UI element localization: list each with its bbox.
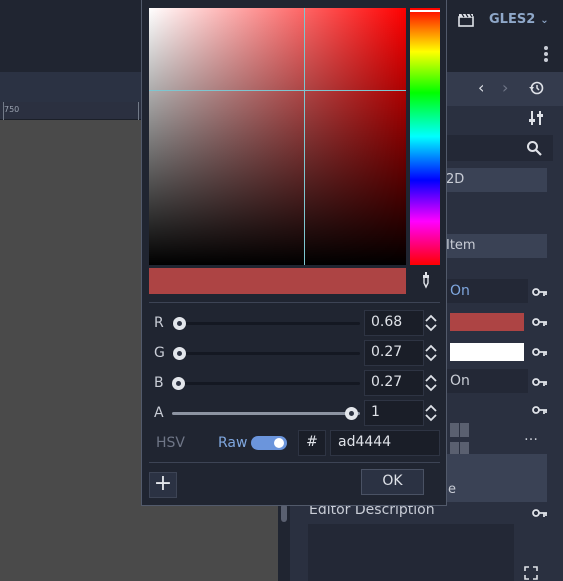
- color-preview-swatch: [149, 268, 406, 294]
- add-preset-button[interactable]: +: [149, 472, 177, 498]
- channel-slider-track[interactable]: [172, 412, 360, 415]
- editor-description-textarea[interactable]: [308, 524, 514, 581]
- hex-input[interactable]: ad4444: [330, 430, 440, 456]
- raw-label: Raw: [218, 435, 248, 451]
- renderer-label: GLES2: [489, 12, 536, 27]
- channel-value-input[interactable]: 0.27: [364, 340, 424, 366]
- object-tools-icon[interactable]: [528, 110, 544, 126]
- ok-button[interactable]: OK: [361, 469, 424, 495]
- channel-value-input[interactable]: 0.27: [364, 370, 424, 396]
- self-modulate-color-swatch[interactable]: [450, 343, 524, 361]
- channel-label: G: [154, 345, 165, 361]
- section-node2d[interactable]: 2D: [440, 168, 547, 192]
- section-canvas-item[interactable]: Item: [440, 234, 547, 258]
- channel-row-g: G 0.27: [142, 340, 448, 366]
- channel-slider-knob[interactable]: [173, 317, 186, 330]
- keyframe-icon[interactable]: [532, 316, 548, 328]
- spin-arrows-icon[interactable]: [424, 402, 438, 424]
- chevron-down-icon: ⌄: [540, 15, 549, 26]
- subsection-header[interactable]: e: [440, 478, 547, 502]
- expand-icon[interactable]: [524, 566, 538, 580]
- saturation-value-picker[interactable]: [149, 8, 406, 265]
- channel-label: A: [154, 405, 164, 421]
- channel-label: R: [154, 315, 164, 331]
- picker-crosshair-v: [304, 8, 305, 265]
- eyedropper-icon[interactable]: [419, 271, 433, 289]
- light-mask-grid[interactable]: [450, 423, 470, 456]
- channel-row-a: A 1: [142, 400, 448, 426]
- channel-slider-track[interactable]: [172, 352, 360, 355]
- divider: [149, 302, 440, 303]
- section-label: Item: [446, 238, 476, 253]
- ruler-label: 750: [4, 105, 20, 114]
- hex-toggle-button[interactable]: #: [298, 430, 326, 456]
- spin-arrows-icon[interactable]: [424, 312, 438, 334]
- hue-marker[interactable]: [410, 10, 440, 12]
- channel-value-input[interactable]: 0.68: [364, 310, 424, 336]
- color-picker-popup: R 0.68 G 0.27 B 0.27 A 1 HSV Raw # ad444…: [141, 0, 447, 506]
- color-preview: [149, 268, 406, 294]
- mode-row: HSV Raw # ad4444: [142, 430, 448, 456]
- more-button[interactable]: …: [524, 428, 538, 444]
- channel-label: B: [154, 375, 164, 391]
- keyframe-icon[interactable]: [532, 346, 548, 358]
- raw-toggle[interactable]: [251, 436, 287, 450]
- search-icon: [527, 141, 542, 156]
- history-icon[interactable]: [528, 80, 544, 96]
- history-forward-icon[interactable]: ›: [502, 78, 508, 97]
- keyframe-icon[interactable]: [532, 376, 548, 388]
- history-back-icon[interactable]: ‹: [478, 78, 484, 97]
- scrollbar-grabber[interactable]: [281, 504, 287, 522]
- channel-slider-knob[interactable]: [173, 347, 186, 360]
- spin-arrows-icon[interactable]: [424, 342, 438, 364]
- keyframe-icon[interactable]: [532, 404, 548, 416]
- keyframe-icon[interactable]: [532, 507, 548, 519]
- section-label: 2D: [446, 172, 465, 187]
- picker-crosshair-h: [149, 90, 406, 91]
- channel-slider-knob[interactable]: [172, 377, 185, 390]
- renderer-selector[interactable]: GLES2 ⌄: [489, 12, 549, 27]
- modulate-color-swatch[interactable]: [450, 313, 524, 331]
- more-options-icon[interactable]: [543, 46, 549, 64]
- channel-value-input[interactable]: 1: [364, 400, 424, 426]
- visible-checkbox[interactable]: On: [440, 279, 528, 303]
- divider: [149, 462, 440, 463]
- show-behind-parent-checkbox[interactable]: On: [440, 369, 528, 393]
- movie-maker-icon[interactable]: [458, 12, 474, 27]
- toggle-knob: [274, 438, 284, 448]
- channel-slider-knob[interactable]: [345, 407, 358, 420]
- checkbox-value: On: [450, 373, 470, 389]
- hue-slider[interactable]: [410, 8, 440, 265]
- ruler-tick: [138, 102, 139, 120]
- channel-row-r: R 0.68: [142, 310, 448, 336]
- channel-slider-track[interactable]: [172, 322, 360, 325]
- keyframe-icon[interactable]: [532, 286, 548, 298]
- checkbox-value: On: [450, 283, 470, 299]
- subsection-header[interactable]: [440, 454, 547, 478]
- channel-slider-track[interactable]: [172, 382, 360, 385]
- hsv-toggle[interactable]: HSV: [156, 435, 185, 451]
- subsection-label: e: [448, 482, 456, 497]
- spin-arrows-icon[interactable]: [424, 372, 438, 394]
- channel-row-b: B 0.27: [142, 370, 448, 396]
